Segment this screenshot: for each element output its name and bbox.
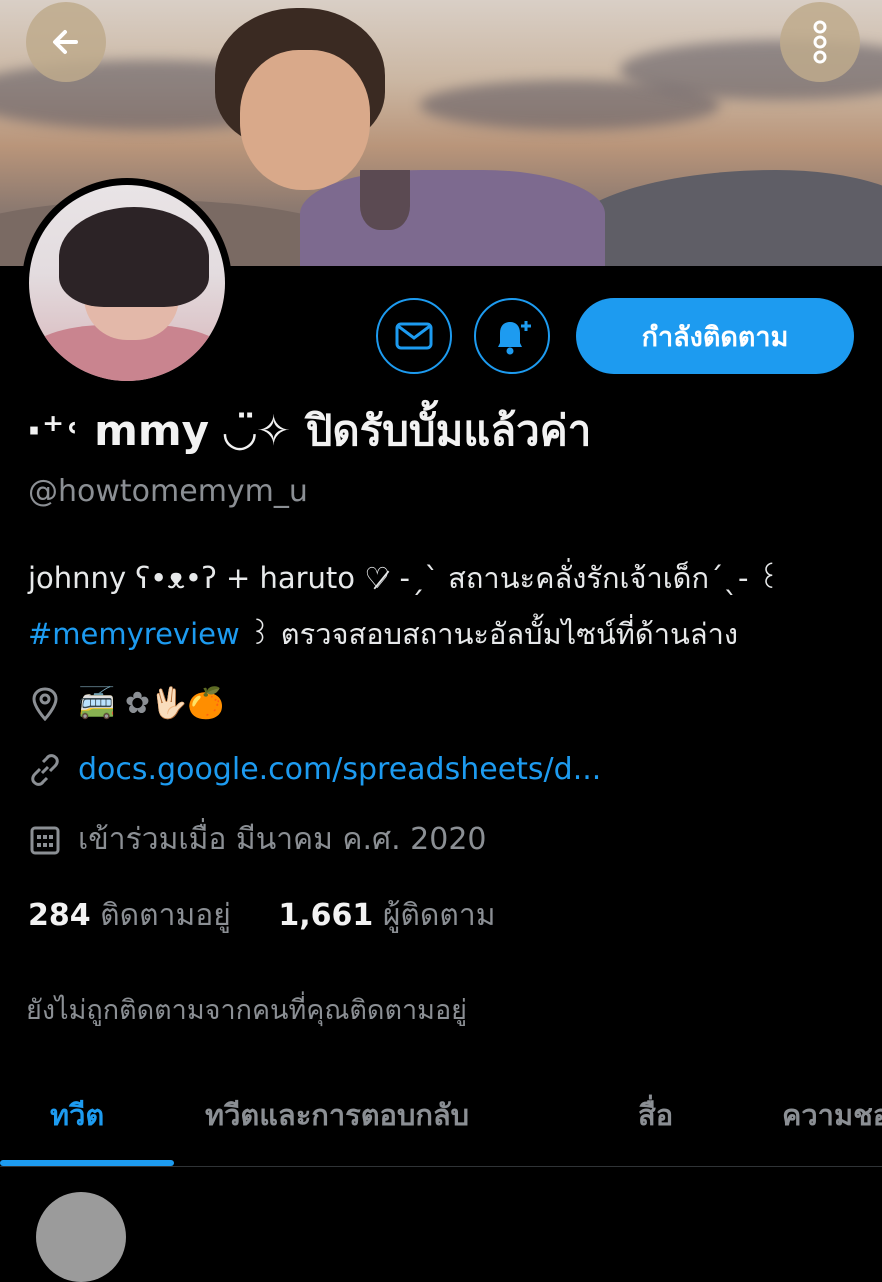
tab-tweets[interactable]: ทวีต [50, 1092, 104, 1138]
tab-tweets-and-replies[interactable]: ทวีตและการตอบกลับ [205, 1092, 469, 1138]
follow-stats: 284 ติดตามอยู่ 1,661 ผู้ติดตาม [28, 892, 534, 939]
link-icon [28, 753, 62, 787]
more-vertical-icon [813, 20, 827, 64]
display-name: ·⁺˓ mmy ◡̈✧ ปิดรับบั้มแล้วค่า [26, 406, 592, 455]
profile-tabs: ทวีต ทวีตและการตอบกลับ สื่อ ความชอบ [0, 1080, 882, 1166]
following-button[interactable]: กำลังติดตาม [576, 298, 854, 374]
bio-line-2: #memyreview ꒱ ตรวจสอบสถานะอัลบั้มไซน์ที่… [28, 606, 868, 662]
bio-hashtag-link[interactable]: #memyreview [28, 617, 240, 651]
following-stat[interactable]: 284 ติดตามอยู่ [28, 898, 231, 933]
tweet-author-avatar[interactable] [36, 1192, 126, 1282]
user-handle: @howtomemym_u [28, 474, 308, 509]
location-text: 🚎 ✿🖖🏻🍊 [78, 686, 225, 721]
profile-avatar[interactable] [22, 178, 232, 388]
back-button[interactable] [26, 2, 106, 82]
bio-line-2-text: ꒱ ตรวจสอบสถานะอัลบั้มไซน์ที่ด้านล่าง [239, 617, 739, 651]
joined-date: เข้าร่วมเมื่อ มีนาคม ค.ศ. 2020 [78, 822, 487, 857]
calendar-icon [28, 823, 62, 857]
not-followed-note: ยังไม่ถูกติดตามจากคนที่คุณติดตามอยู่ [26, 995, 467, 1026]
avatar-image [29, 185, 225, 381]
notifications-button[interactable] [474, 298, 550, 374]
followers-stat[interactable]: 1,661 ผู้ติดตาม [278, 898, 495, 933]
profile-bio: johnny ʕ•ᴥ•ʔ + haruto ♡̷ -ˏˋ สถานะคลั่งร… [28, 550, 868, 662]
message-button[interactable] [376, 298, 452, 374]
location-row: 🚎 ✿🖖🏻🍊 [28, 686, 225, 721]
tab-media[interactable]: สื่อ [638, 1092, 673, 1138]
following-label: ติดตามอยู่ [100, 898, 231, 933]
arrow-left-icon [53, 30, 78, 54]
tab-likes[interactable]: ความชอบ [782, 1092, 882, 1138]
following-count: 284 [28, 898, 91, 933]
joined-row: เข้าร่วมเมื่อ มีนาคม ค.ศ. 2020 [28, 816, 487, 863]
bell-plus-icon [498, 321, 531, 355]
banner-person-neck [360, 170, 410, 230]
banner-person-shirt [300, 170, 605, 266]
location-pin-icon [28, 686, 62, 721]
more-options-button[interactable] [780, 2, 860, 82]
website-row: docs.google.com/spreadsheets/d... [28, 752, 601, 787]
bio-line-1: johnny ʕ•ᴥ•ʔ + haruto ♡̷ -ˏˋ สถานะคลั่งร… [28, 561, 781, 595]
followers-label: ผู้ติดตาม [382, 898, 496, 933]
banner-person-face [240, 50, 370, 190]
website-link[interactable]: docs.google.com/spreadsheets/d... [78, 752, 601, 787]
tabs-divider [0, 1166, 882, 1167]
envelope-icon [395, 322, 433, 350]
followers-count: 1,661 [278, 898, 374, 933]
